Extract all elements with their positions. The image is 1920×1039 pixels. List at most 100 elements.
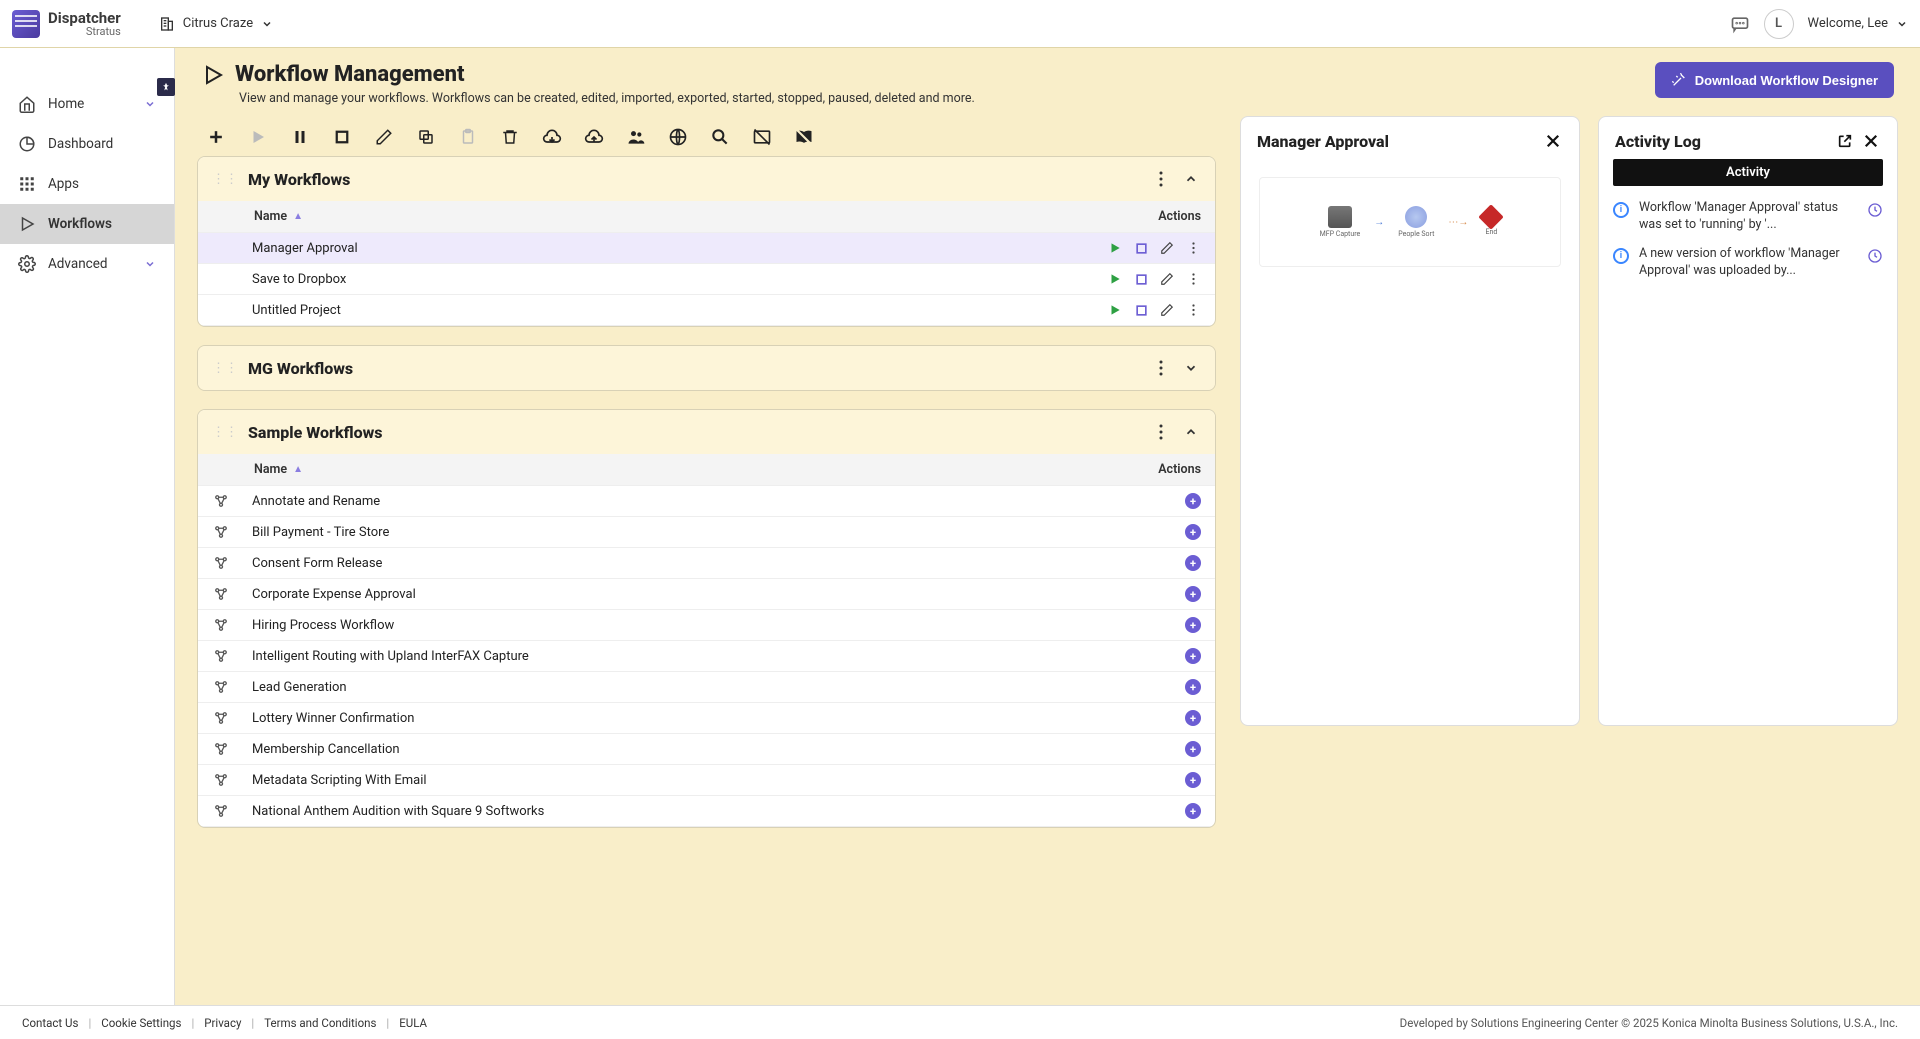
group-collapse-button[interactable] [1181,422,1201,442]
row-edit-button[interactable] [1159,271,1175,287]
image-off-button[interactable] [751,126,773,148]
search-button[interactable] [709,126,731,148]
clock-icon[interactable] [1867,202,1883,218]
add-sample-button[interactable]: + [1185,648,1201,664]
workflow-row[interactable]: Untitled Project [198,295,1215,326]
row-menu-button[interactable] [1185,240,1201,256]
add-sample-button[interactable]: + [1185,586,1201,602]
activity-tab[interactable]: Activity [1613,159,1883,186]
sort-asc-icon[interactable]: ▲ [293,464,303,475]
nav-advanced[interactable]: Advanced [0,244,174,284]
row-menu-button[interactable] [1185,271,1201,287]
sample-workflow-row[interactable]: Membership Cancellation + [198,734,1215,765]
workflow-row[interactable]: Save to Dropbox [198,264,1215,295]
nav-home[interactable]: Home [0,84,174,124]
clock-icon[interactable] [1867,248,1883,264]
add-sample-button[interactable]: + [1185,710,1201,726]
stop-button[interactable] [331,126,353,148]
add-sample-button[interactable]: + [1185,493,1201,509]
pause-button[interactable] [289,126,311,148]
group-menu-button[interactable] [1151,169,1171,189]
add-button[interactable] [205,126,227,148]
sample-workflow-row[interactable]: Metadata Scripting With Email + [198,765,1215,796]
add-sample-button[interactable]: + [1185,741,1201,757]
footer-link[interactable]: EULA [399,1016,427,1030]
workflow-name: Manager Approval [252,241,1071,256]
row-menu-button[interactable] [1185,302,1201,318]
group-header: ⋮⋮ My Workflows [198,157,1215,201]
topbar: Dispatcher Stratus Citrus Craze L Welcom… [0,0,1920,48]
sample-workflow-row[interactable]: Hiring Process Workflow + [198,610,1215,641]
group-collapse-button[interactable] [1181,358,1201,378]
drag-handle-icon[interactable]: ⋮⋮ [212,172,238,187]
sample-workflow-row[interactable]: Lead Generation + [198,672,1215,703]
workflow-template-icon [212,678,230,696]
footer-link[interactable]: Privacy [204,1016,241,1030]
nav-dashboard[interactable]: Dashboard [0,124,174,164]
globe-button[interactable] [667,126,689,148]
row-stop-button[interactable] [1133,271,1149,287]
group-title: MG Workflows [248,359,1141,378]
user-menu[interactable]: Welcome, Lee [1808,16,1908,31]
row-play-button[interactable] [1107,302,1123,318]
page-header: Workflow Management View and manage your… [175,48,1920,116]
row-stop-button[interactable] [1133,302,1149,318]
add-sample-button[interactable]: + [1185,803,1201,819]
add-sample-button[interactable]: + [1185,524,1201,540]
sample-workflow-row[interactable]: National Anthem Audition with Square 9 S… [198,796,1215,827]
add-sample-button[interactable]: + [1185,617,1201,633]
sample-workflow-row[interactable]: Lottery Winner Confirmation + [198,703,1215,734]
sort-asc-icon[interactable]: ▲ [293,211,303,222]
drag-handle-icon[interactable]: ⋮⋮ [212,361,238,376]
chevron-down-icon [1896,18,1908,30]
footer-link[interactable]: Cookie Settings [101,1016,181,1030]
footer-link[interactable]: Contact Us [22,1016,78,1030]
book-off-button[interactable] [793,126,815,148]
cloud-upload-button[interactable] [583,126,605,148]
nav-workflows[interactable]: Workflows [0,204,174,244]
download-designer-button[interactable]: Download Workflow Designer [1655,62,1894,98]
cloud-download-button[interactable] [541,126,563,148]
diagram-node-end: End [1482,208,1500,236]
add-sample-button[interactable]: + [1185,555,1201,571]
workflow-template-icon [212,709,230,727]
footer-copyright: Developed by Solutions Engineering Cente… [1400,1016,1898,1030]
copy-button[interactable] [415,126,437,148]
close-preview-button[interactable] [1543,131,1563,151]
group-menu-button[interactable] [1151,358,1171,378]
group-collapse-button[interactable] [1181,169,1201,189]
footer-link[interactable]: Terms and Conditions [264,1016,376,1030]
share-users-button[interactable] [625,126,647,148]
add-sample-button[interactable]: + [1185,772,1201,788]
row-edit-button[interactable] [1159,240,1175,256]
sample-workflow-row[interactable]: Annotate and Rename + [198,486,1215,517]
row-play-button[interactable] [1107,271,1123,287]
info-icon: i [1613,248,1629,264]
blank-icon [212,270,230,288]
user-avatar[interactable]: L [1764,9,1794,39]
open-external-button[interactable] [1835,131,1855,151]
close-activity-button[interactable] [1861,131,1881,151]
workflow-template-icon [212,585,230,603]
sample-workflow-row[interactable]: Corporate Expense Approval + [198,579,1215,610]
sample-workflow-row[interactable]: Consent Form Release + [198,548,1215,579]
dashboard-icon [18,135,36,153]
nav-apps[interactable]: Apps [0,164,174,204]
messages-icon[interactable] [1730,14,1750,34]
sample-workflow-row[interactable]: Bill Payment - Tire Store + [198,517,1215,548]
row-play-button[interactable] [1107,240,1123,256]
edit-button[interactable] [373,126,395,148]
pin-sidebar-button[interactable] [157,78,175,96]
drag-handle-icon[interactable]: ⋮⋮ [212,425,238,440]
delete-button[interactable] [499,126,521,148]
org-switcher[interactable]: Citrus Craze [149,10,283,38]
brand-line1: Dispatcher [48,11,121,26]
row-stop-button[interactable] [1133,240,1149,256]
add-sample-button[interactable]: + [1185,679,1201,695]
group-menu-button[interactable] [1151,422,1171,442]
sample-workflow-row[interactable]: Intelligent Routing with Upland InterFAX… [198,641,1215,672]
chevron-down-icon [144,98,156,110]
row-edit-button[interactable] [1159,302,1175,318]
workflow-toolbar [197,116,1222,156]
workflow-row[interactable]: Manager Approval [198,233,1215,264]
